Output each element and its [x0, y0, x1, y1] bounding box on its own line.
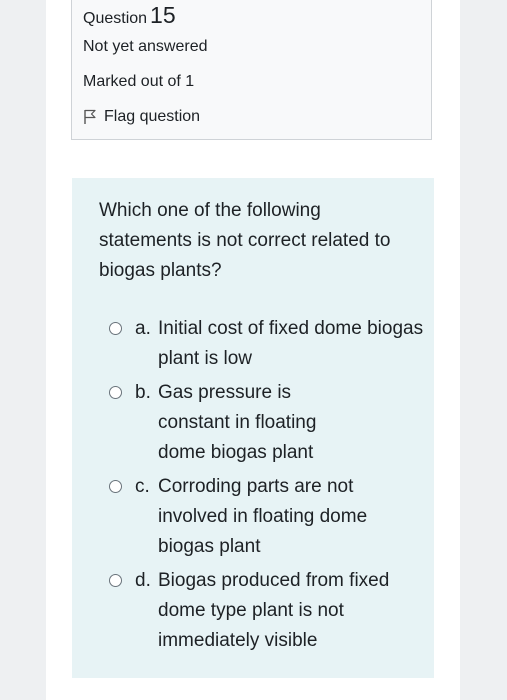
question-info-panel: Question 15 Not yet answered Marked out o…: [71, 0, 432, 140]
option-text[interactable]: Corroding parts are not involved in floa…: [158, 472, 398, 562]
option-d[interactable]: d. Biogas produced from fixed dome type …: [109, 566, 429, 656]
radio-button-a[interactable]: [109, 322, 122, 335]
radio-button-c[interactable]: [109, 480, 122, 493]
flag-outline-icon: [84, 109, 96, 124]
flag-question-label[interactable]: Flag question: [104, 108, 200, 126]
flag-question-link[interactable]: Flag question: [83, 108, 200, 126]
option-letter: b.: [135, 382, 151, 403]
question-text: Which one of the following statements is…: [99, 200, 391, 281]
option-text[interactable]: Gas pressure is constant in floating dom…: [158, 378, 358, 468]
answer-state: Not yet answered: [83, 38, 208, 55]
question-number-heading: Question 15: [83, 2, 176, 29]
option-b[interactable]: b. Gas pressure is constant in floating …: [109, 378, 429, 468]
question-label: Question: [83, 10, 148, 27]
option-letter: a.: [135, 318, 151, 339]
grade-info: Marked out of 1: [83, 73, 195, 90]
radio-button-d[interactable]: [109, 574, 122, 587]
answer-options: a. Initial cost of fixed dome biogas pla…: [109, 314, 429, 660]
option-a[interactable]: a. Initial cost of fixed dome biogas pla…: [109, 314, 429, 374]
option-text[interactable]: Biogas produced from fixed dome type pla…: [158, 566, 398, 656]
radio-button-b[interactable]: [109, 386, 122, 399]
question-number: 15: [150, 2, 176, 28]
option-letter: c.: [135, 476, 150, 497]
option-text[interactable]: Initial cost of fixed dome biogas plant …: [158, 314, 429, 374]
option-c[interactable]: c. Corroding parts are not involved in f…: [109, 472, 429, 562]
question-content-panel: Which one of the following statements is…: [72, 178, 434, 678]
option-letter: d.: [135, 570, 151, 591]
